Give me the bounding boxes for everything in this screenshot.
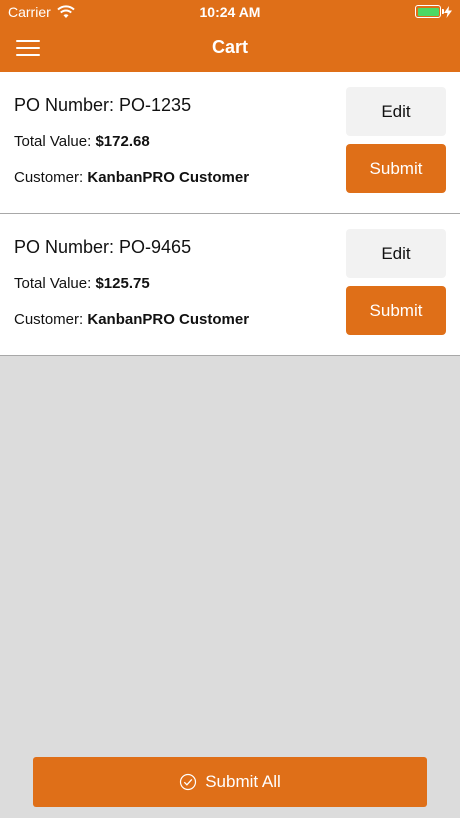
cart-screen: Carrier 10:24 AM Cart PO Number: PO-1235… bbox=[0, 0, 460, 818]
customer: Customer: KanbanPRO Customer bbox=[14, 311, 249, 328]
page-title: Cart bbox=[211, 37, 248, 57]
check-circle-icon bbox=[180, 773, 197, 791]
total-value-label: Total Value: bbox=[14, 275, 96, 292]
charging-bolt-icon bbox=[444, 5, 452, 18]
order-card: PO Number: PO-9465 Total Value: $125.75 … bbox=[0, 214, 460, 356]
battery-fill bbox=[417, 7, 439, 16]
submit-button[interactable]: Submit bbox=[346, 144, 446, 193]
submit-all-button[interactable]: Submit All bbox=[33, 757, 427, 807]
customer-label: Customer: bbox=[14, 311, 88, 328]
submit-all-label: Submit All bbox=[205, 772, 281, 791]
navigation-bar: Cart bbox=[0, 24, 460, 72]
total-value-amount: $172.68 bbox=[95, 133, 150, 150]
po-number: PO Number: PO-1235 bbox=[14, 95, 192, 115]
status-time: 10:24 AM bbox=[199, 4, 261, 20]
po-number: PO Number: PO-9465 bbox=[14, 237, 192, 257]
cart-order-list: PO Number: PO-1235 Total Value: $172.68 … bbox=[0, 72, 460, 356]
total-value: Total Value: $125.75 bbox=[14, 275, 150, 292]
customer-label: Customer: bbox=[14, 169, 88, 186]
customer-name: KanbanPRO Customer bbox=[87, 311, 250, 328]
header: Carrier 10:24 AM Cart bbox=[0, 0, 460, 72]
submit-button[interactable]: Submit bbox=[346, 286, 446, 335]
order-card: PO Number: PO-1235 Total Value: $172.68 … bbox=[0, 72, 460, 214]
total-value-label: Total Value: bbox=[14, 133, 96, 150]
battery-icon bbox=[415, 5, 444, 18]
customer-name: KanbanPRO Customer bbox=[87, 169, 250, 186]
edit-button[interactable]: Edit bbox=[346, 87, 446, 136]
battery-indicator bbox=[415, 5, 452, 18]
total-value: Total Value: $172.68 bbox=[14, 133, 150, 150]
customer: Customer: KanbanPRO Customer bbox=[14, 169, 249, 186]
total-value-amount: $125.75 bbox=[95, 275, 150, 292]
edit-button[interactable]: Edit bbox=[346, 229, 446, 278]
status-bar: Carrier 10:24 AM bbox=[0, 0, 460, 24]
